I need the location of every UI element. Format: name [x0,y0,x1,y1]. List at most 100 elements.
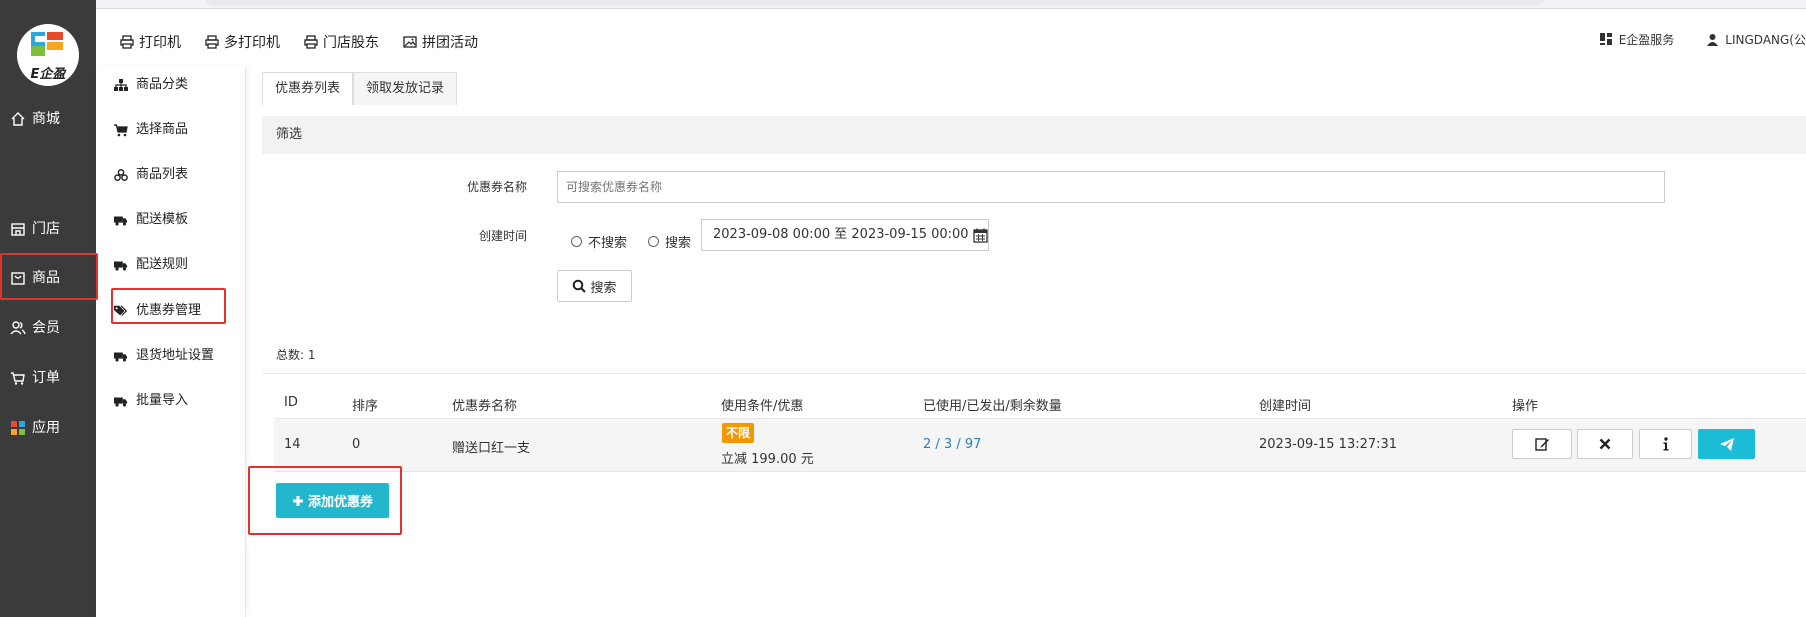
create-time-label: 创建时间 [478,229,527,243]
printer-icon [205,35,219,49]
topnav-label: 多打印机 [224,35,280,51]
grid-icon [1599,33,1612,45]
sidebar-item-store[interactable]: 门店 [10,217,60,241]
truck-icon [114,397,128,407]
subnav-delivery-rules[interactable]: 配送规则 [114,255,188,275]
cell-sort: 0 [352,437,361,452]
condition-badge: 不限 [722,423,755,443]
sitemap-icon [114,79,128,91]
coupon-name-input[interactable] [557,171,1665,203]
printer-icon [304,35,318,49]
table-header-condition: 使用条件/优惠 [721,399,804,414]
truck-icon [114,216,128,226]
tab-bar: 优惠券列表 领取发放记录 [262,72,458,106]
browser-toolbar [0,0,1806,9]
cubes-icon [114,169,128,181]
enterprise-service-label: E企盈服务 [1618,32,1675,47]
members-icon [10,321,26,335]
address-bar[interactable] [205,0,1545,6]
table-header-name: 优惠券名称 [452,399,518,414]
search-button[interactable]: 搜索 [557,270,632,302]
cell-condition-text: 立减 199.00 元 [721,452,814,467]
user-account-label: LINGDANG(公 [1725,32,1806,47]
info-button[interactable] [1639,429,1692,459]
main-sidebar: E企盈 商城 门店 商品 会员 订单 应用 [0,0,96,617]
subnav-goods-category[interactable]: 商品分类 [114,75,188,95]
highlight-box-add-coupon [248,466,402,535]
sidebar-item-label: 应用 [32,420,60,436]
subnav-return-address[interactable]: 退货地址设置 [114,346,214,366]
radio-search[interactable]: 搜索 [648,232,691,251]
topnav-group-buy[interactable]: 拼团活动 [403,32,478,52]
close-icon [1599,438,1611,450]
highlight-box-coupon-management [111,288,226,324]
subnav-batch-import[interactable]: 批量导入 [114,391,188,411]
sidebar-item-label: 商城 [32,111,60,127]
topnav-label: 门店股东 [323,35,379,51]
edit-icon [1534,438,1549,451]
table-header-actions: 操作 [1512,399,1539,414]
table-header-created: 创建时间 [1259,399,1312,414]
store-icon [11,223,25,236]
subnav-label: 商品列表 [136,167,189,182]
table-header-sort: 排序 [352,399,379,414]
total-count: 总数: 1 [276,348,316,362]
table-header-id: ID [284,395,298,410]
brand-logo[interactable]: E企盈 [17,24,79,86]
coupon-name-label: 优惠券名称 [466,180,527,194]
topnav-printer[interactable]: 打印机 [120,32,181,52]
main-content: 优惠券列表 领取发放记录 筛选 优惠券名称 创建时间 不搜索 搜索 2023-0… [246,66,1806,617]
edit-button[interactable] [1512,429,1572,459]
sidebar-item-orders[interactable]: 订单 [10,366,60,390]
user-account-link[interactable]: LINGDANG(公 [1706,31,1806,48]
radio-no-search[interactable]: 不搜索 [571,232,627,251]
topnav-store-shareholders[interactable]: 门店股东 [304,32,379,52]
sidebar-item-mall[interactable]: 商城 [10,107,60,131]
radio-label: 搜索 [665,236,692,251]
printer-icon [120,35,134,49]
date-range-input[interactable]: 2023-09-08 00:00 至 2023-09-15 00:00 [701,219,989,251]
info-icon [1663,437,1668,451]
radio-circle [648,236,659,247]
tab-claim-records[interactable]: 领取发放记录 [353,72,458,105]
paper-plane-icon [1719,437,1734,451]
radio-circle [571,236,582,247]
topnav-multi-printer[interactable]: 多打印机 [205,32,280,52]
logo-text: E企盈 [30,67,66,82]
topnav-label: 打印机 [139,35,181,51]
enterprise-service-link[interactable]: E企盈服务 [1599,31,1675,48]
cart-icon [114,124,128,137]
radio-label: 不搜索 [588,236,628,251]
sidebar-item-apps[interactable]: 应用 [10,416,60,440]
sidebar-item-members[interactable]: 会员 [10,316,60,340]
subnav-label: 选择商品 [136,122,189,137]
send-button[interactable] [1698,429,1755,459]
subnav-delivery-template[interactable]: 配送模板 [114,210,188,230]
subnav-label: 批量导入 [136,393,189,408]
goods-sub-sidebar: 商品分类 选择商品 商品列表 配送模板 配送规则 优惠券管理 退货地址设置 批量… [96,66,246,617]
calendar-icon [972,228,988,243]
cart-icon [11,372,25,385]
top-right-nav: E企盈服务 LINGDANG(公 [1599,24,1806,54]
sidebar-item-label: 订单 [32,370,60,386]
sidebar-item-label: 会员 [32,320,60,336]
cell-stats-link[interactable]: 2 / 3 / 97 [923,437,981,452]
home-icon [11,112,25,126]
subnav-label: 退货地址设置 [136,348,215,363]
subnav-label: 商品分类 [136,77,189,92]
highlight-box-goods [0,253,98,300]
cell-name: 赠送口红一支 [452,441,531,456]
top-nav: 打印机 多打印机 门店股东 拼团活动 [96,24,478,60]
subnav-label: 配送模板 [136,212,189,227]
cell-id: 14 [284,437,301,452]
date-range-value: 2023-09-08 00:00 至 2023-09-15 00:00 [713,227,969,242]
image-icon [403,36,417,48]
subnav-label: 配送规则 [136,257,189,272]
search-icon [573,279,587,293]
subnav-select-goods[interactable]: 选择商品 [114,120,188,140]
section-divider [262,373,1806,374]
tab-coupon-list[interactable]: 优惠券列表 [262,72,354,105]
topnav-label: 拼团活动 [422,35,478,51]
subnav-goods-list[interactable]: 商品列表 [114,165,188,185]
delete-button[interactable] [1577,429,1633,459]
